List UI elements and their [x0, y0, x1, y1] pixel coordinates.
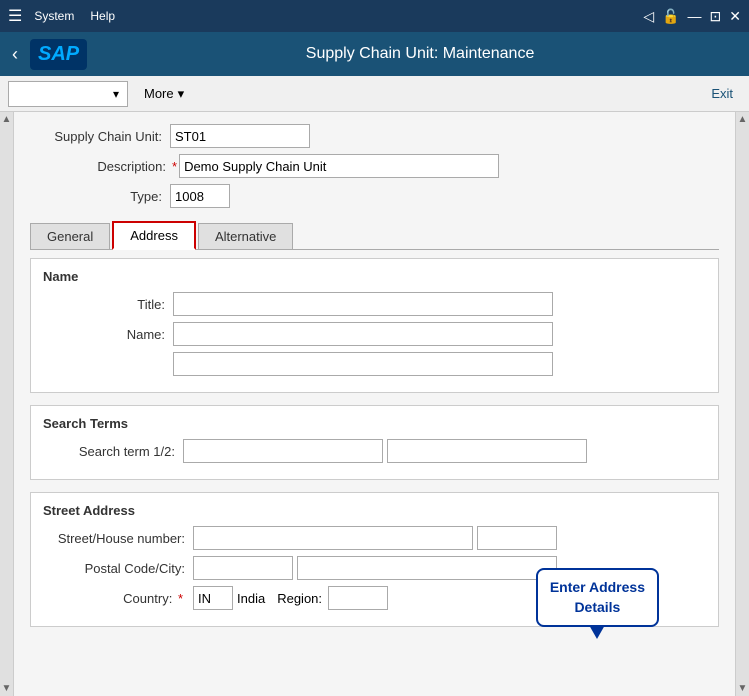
main-content: ▲ ▼ Supply Chain Unit: Description: * Ty…: [0, 112, 749, 696]
content-area: Supply Chain Unit: Description: * Type: …: [14, 112, 735, 696]
callout-line1: Enter Address: [550, 579, 645, 595]
scroll-right-down-icon[interactable]: ▼: [736, 681, 749, 696]
more-arrow-icon: ▾: [178, 86, 185, 102]
lock-icon: 🔓: [662, 8, 679, 25]
supply-chain-unit-input[interactable]: [170, 124, 310, 148]
more-label: More: [144, 86, 174, 101]
country-code-input[interactable]: [193, 586, 233, 610]
tab-address[interactable]: Address: [112, 221, 196, 250]
tabs-container: General Address Alternative: [30, 220, 719, 250]
region-label: Region:: [277, 591, 322, 606]
house-number-input[interactable]: [477, 526, 557, 550]
supply-chain-unit-row: Supply Chain Unit:: [30, 124, 719, 148]
tab-general[interactable]: General: [30, 223, 110, 249]
postal-code-input[interactable]: [193, 556, 293, 580]
system-menu[interactable]: System: [34, 9, 74, 23]
street-house-row: Street/House number:: [43, 526, 706, 550]
scroll-down-icon[interactable]: ▼: [0, 681, 13, 696]
header-bar: ‹ SAP Supply Chain Unit: Maintenance: [0, 32, 749, 76]
title-field-input[interactable]: [173, 292, 553, 316]
search-term-label: Search term 1/2:: [43, 444, 183, 459]
type-input[interactable]: [170, 184, 230, 208]
tab-alternative[interactable]: Alternative: [198, 223, 293, 249]
callout-box: Enter Address Details: [536, 568, 659, 627]
name-section: Name Title: Name:: [30, 258, 719, 393]
street-address-title: Street Address: [43, 503, 706, 518]
title-bar-controls: ◁ 🔓 — ⊡ ✕: [643, 8, 741, 25]
description-label: Description:: [30, 159, 170, 174]
name-field-input[interactable]: [173, 322, 553, 346]
restore-btn[interactable]: ⊡: [710, 8, 722, 25]
minimize-btn[interactable]: —: [688, 8, 702, 24]
type-row: Type:: [30, 184, 719, 208]
description-input[interactable]: [179, 154, 499, 178]
city-input[interactable]: [297, 556, 557, 580]
sap-logo: SAP: [30, 39, 87, 70]
help-menu[interactable]: Help: [90, 9, 115, 23]
street-input[interactable]: [193, 526, 473, 550]
type-label: Type:: [30, 189, 170, 204]
description-row: Description: *: [30, 154, 719, 178]
name2-field-row: [43, 352, 706, 376]
search-terms-section: Search Terms Search term 1/2:: [30, 405, 719, 480]
title-field-label: Title:: [43, 297, 173, 312]
name-section-title: Name: [43, 269, 706, 284]
hamburger-icon[interactable]: ☰: [8, 6, 22, 26]
dropdown-arrow-icon: ▾: [113, 87, 119, 101]
page-title: Supply Chain Unit: Maintenance: [103, 45, 737, 63]
callout-tooltip: Enter Address Details: [536, 568, 659, 627]
street-house-label: Street/House number:: [43, 531, 193, 546]
title-field-row: Title:: [43, 292, 706, 316]
scroll-left-bar: ▲ ▼: [0, 112, 14, 696]
country-label: Country: *: [43, 591, 193, 606]
scroll-right-up-icon[interactable]: ▲: [736, 112, 749, 127]
region-input[interactable]: [328, 586, 388, 610]
search-term2-input[interactable]: [387, 439, 587, 463]
name-field-label: Name:: [43, 327, 173, 342]
search-term1-input[interactable]: [183, 439, 383, 463]
exit-button[interactable]: Exit: [703, 82, 741, 105]
scroll-up-icon[interactable]: ▲: [0, 112, 13, 127]
toolbar-dropdown[interactable]: ▾: [8, 81, 128, 107]
toolbar: ▾ More ▾ Exit: [0, 76, 749, 112]
back-button[interactable]: ‹: [12, 44, 18, 65]
postal-city-label: Postal Code/City:: [43, 561, 193, 576]
name-field-row: Name:: [43, 322, 706, 346]
title-bar: ☰ System Help ◁ 🔓 — ⊡ ✕: [0, 0, 749, 32]
close-btn[interactable]: ✕: [729, 8, 741, 25]
description-required: *: [172, 159, 177, 174]
more-menu[interactable]: More ▾: [136, 84, 192, 104]
title-bar-menu: System Help: [34, 9, 115, 23]
search-term-row: Search term 1/2:: [43, 439, 706, 463]
country-required: *: [178, 591, 183, 606]
callout-line2: Details: [574, 599, 620, 615]
back-nav-icon[interactable]: ◁: [643, 8, 654, 25]
name2-field-input[interactable]: [173, 352, 553, 376]
scroll-right-bar: ▲ ▼: [735, 112, 749, 696]
country-name-text: India: [237, 591, 265, 606]
address-tab-content: Enter Address Details Name Title: Name:: [30, 258, 719, 627]
supply-chain-unit-label: Supply Chain Unit:: [30, 129, 170, 144]
search-terms-title: Search Terms: [43, 416, 706, 431]
